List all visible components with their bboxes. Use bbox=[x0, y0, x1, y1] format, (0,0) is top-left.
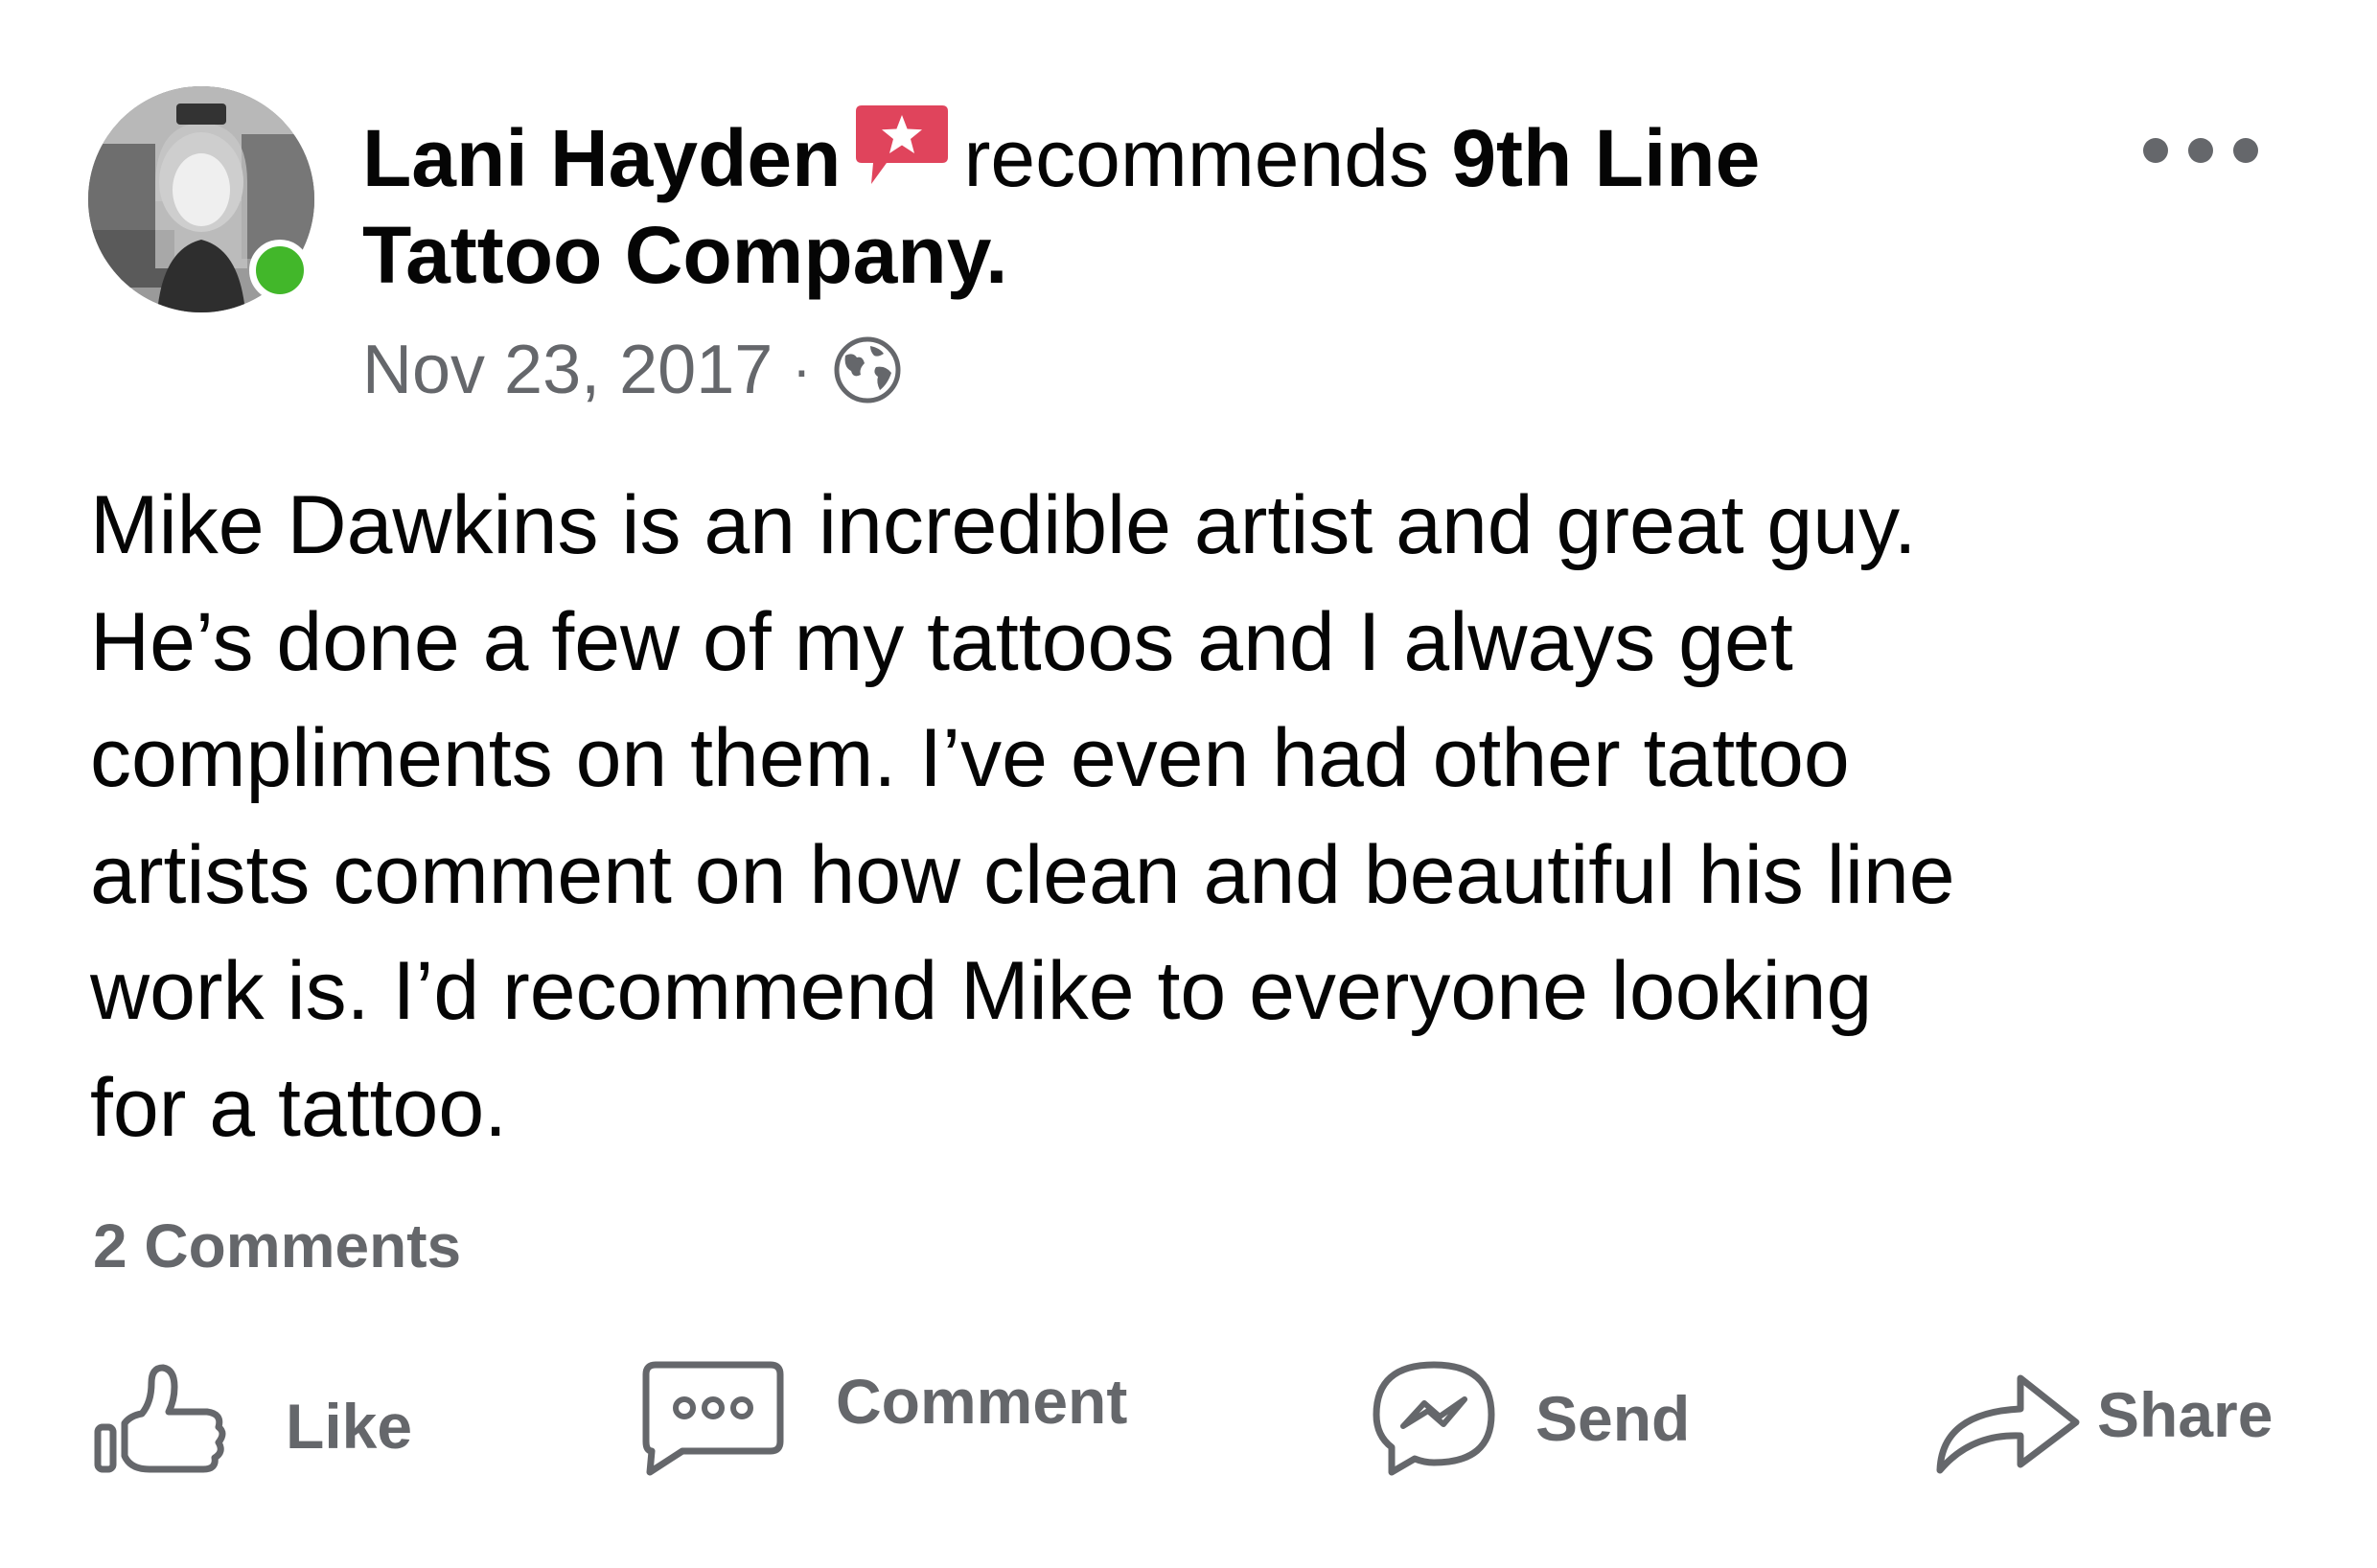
messenger-icon bbox=[1373, 1361, 1495, 1476]
post-headline: Lani Hayden recommends 9th Line Tattoo Co… bbox=[362, 102, 1953, 304]
share-button[interactable]: Share bbox=[1932, 1342, 2273, 1495]
author-name[interactable]: Lani Hayden bbox=[362, 113, 841, 203]
more-dot bbox=[2233, 138, 2258, 163]
thumbs-up-icon bbox=[94, 1364, 226, 1473]
post-body-line: He’s done a few of my tattoos and I alwa… bbox=[90, 595, 1793, 688]
share-arrow-icon bbox=[1936, 1374, 2080, 1474]
recommend-star-badge-icon bbox=[856, 105, 949, 184]
more-dot bbox=[2143, 138, 2168, 163]
send-button[interactable]: Send bbox=[1371, 1342, 1690, 1495]
post-meta: Nov 23, 2017 · bbox=[362, 332, 903, 408]
post-body-line: for a tattoo. bbox=[90, 1061, 508, 1154]
meta-separator: · bbox=[792, 337, 812, 402]
post-body-line: artists comment on how clean and beautif… bbox=[90, 828, 1955, 921]
more-options-icon[interactable] bbox=[2143, 134, 2258, 167]
globe-icon[interactable] bbox=[832, 334, 903, 405]
speech-bubble-icon bbox=[642, 1361, 784, 1476]
avatar[interactable] bbox=[88, 86, 314, 312]
comment-label: Comment bbox=[836, 1366, 1128, 1437]
action-bar: Like Comment Send Share bbox=[0, 1342, 2377, 1495]
more-dot bbox=[2188, 138, 2213, 163]
like-button[interactable]: Like bbox=[92, 1342, 412, 1495]
recommends-verb: recommends bbox=[963, 113, 1429, 203]
send-label: Send bbox=[1535, 1383, 1691, 1454]
comment-button[interactable]: Comment bbox=[640, 1342, 1127, 1495]
post-body-line: compliments on them. I’ve even had other… bbox=[90, 712, 1850, 804]
recommendation-post: Lani Hayden recommends 9th Line Tattoo Co… bbox=[0, 0, 2377, 1568]
like-label: Like bbox=[286, 1391, 413, 1462]
post-body-line: work is. I’d recommend Mike to everyone … bbox=[90, 945, 1873, 1037]
share-label: Share bbox=[2097, 1379, 2273, 1450]
comments-count-link[interactable]: 2 Comments bbox=[93, 1208, 461, 1284]
post-date[interactable]: Nov 23, 2017 bbox=[362, 332, 773, 408]
post-body: Mike Dawkins is an incredible artist and… bbox=[90, 468, 2199, 1166]
post-body-line: Mike Dawkins is an incredible artist and… bbox=[90, 479, 1917, 571]
online-status-indicator bbox=[249, 240, 311, 301]
